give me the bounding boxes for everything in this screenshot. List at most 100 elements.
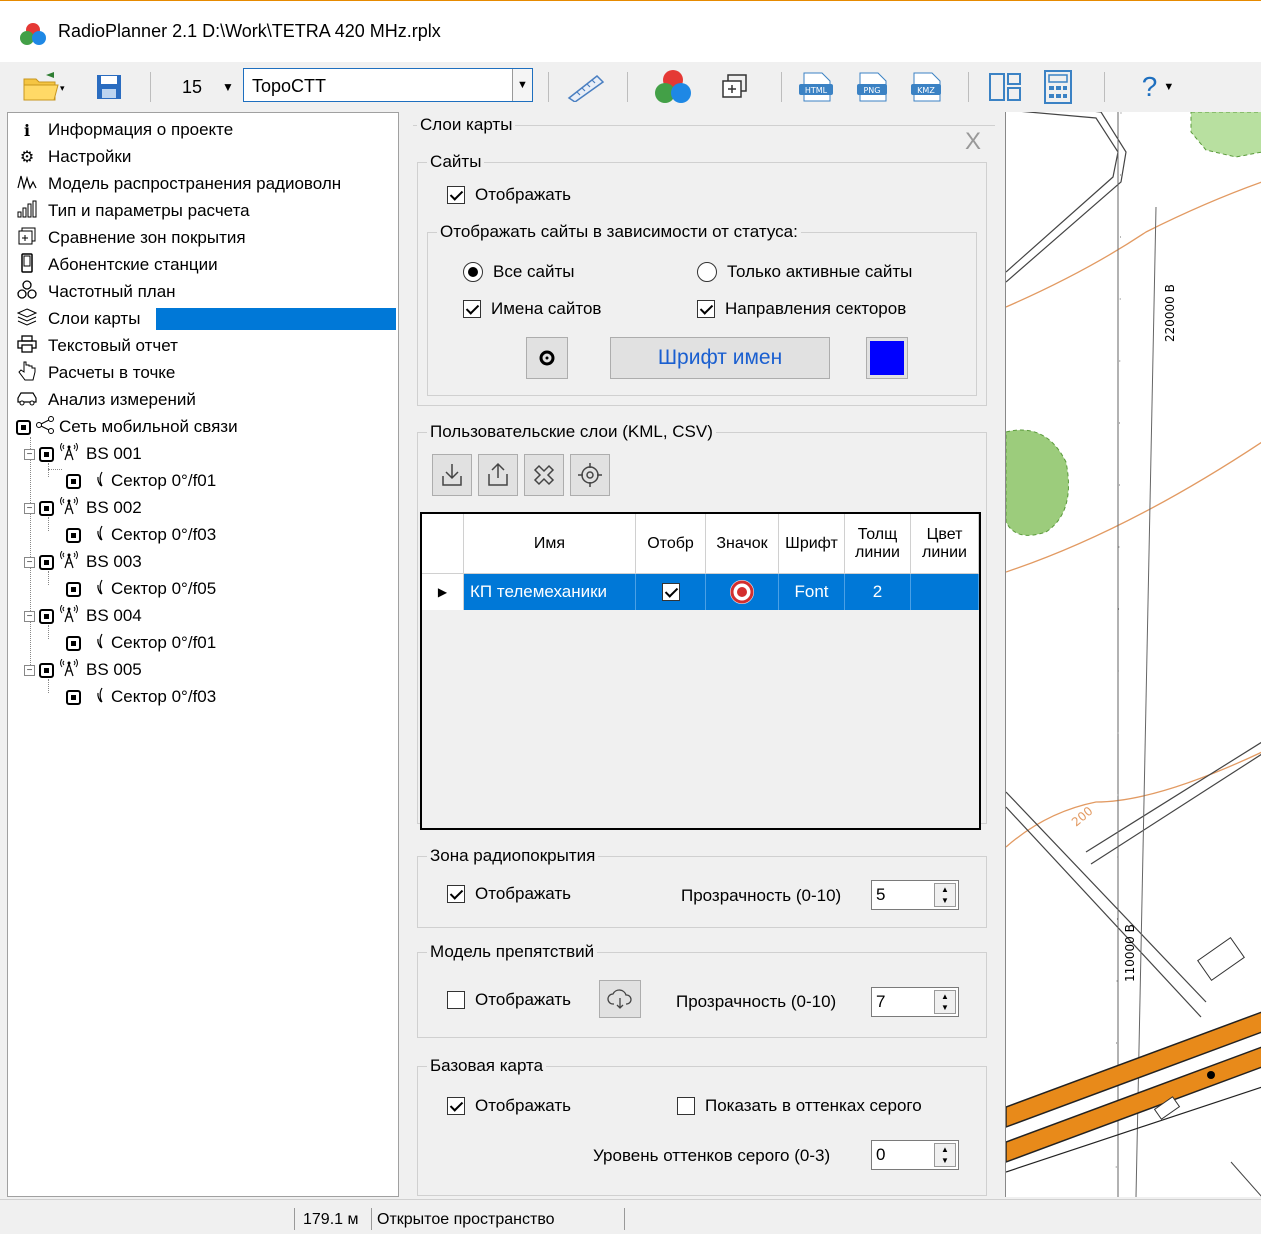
layout-icon[interactable] — [985, 70, 1025, 104]
tree-item-label: Абонентские станции — [48, 255, 218, 274]
layer-color-cell[interactable] — [911, 574, 979, 610]
close-icon[interactable]: X — [965, 128, 981, 156]
node-checkbox-icon[interactable] — [39, 608, 54, 624]
column-header-name[interactable]: Имя — [464, 514, 636, 574]
tree-item-map-layers[interactable]: Слои карты — [16, 307, 141, 331]
basemap-show-checkbox[interactable]: Отображать — [447, 1096, 571, 1116]
node-checkbox-icon[interactable] — [66, 473, 81, 489]
site-symbol-button[interactable] — [526, 337, 568, 379]
zoom-value[interactable]: 15 — [172, 74, 212, 100]
project-tree[interactable]: i Информация о проекте ⚙ Настройки Модел… — [7, 112, 399, 1197]
collapse-icon[interactable]: − — [24, 556, 35, 568]
tree-item-site[interactable]: − BS 003 — [24, 550, 142, 574]
tree-item-coverage-compare[interactable]: Сравнение зон покрытия — [16, 226, 246, 250]
node-checkbox-icon[interactable] — [16, 419, 31, 435]
zoom-dropdown-icon[interactable]: ▼ — [218, 74, 238, 100]
delete-layer-button[interactable] — [524, 454, 564, 496]
tree-item-project-info[interactable]: i Информация о проекте — [16, 118, 233, 142]
spinner-arrows-icon[interactable]: ▲ ▼ — [934, 1143, 956, 1167]
tree-item-frequency-plan[interactable]: Частотный план — [16, 279, 176, 304]
layer-icon-cell[interactable] — [706, 574, 779, 610]
locate-layer-button[interactable] — [570, 454, 610, 496]
user-layers-grid[interactable]: Имя Отобр Значок Шрифт Толщ линии Цвет л… — [420, 512, 981, 830]
collapse-icon[interactable]: − — [24, 664, 35, 676]
node-checkbox-icon[interactable] — [66, 581, 81, 597]
tree-item-point-calc[interactable]: Расчеты в точке — [16, 361, 175, 385]
tree-item-subscriber-stations[interactable]: Абонентские станции — [16, 252, 218, 277]
coverage-show-checkbox[interactable]: Отображать — [447, 884, 571, 904]
layer-width-cell[interactable]: 2 — [845, 574, 911, 610]
tree-item-sector[interactable]: Сектор 0°/f01 — [50, 631, 216, 655]
collapse-icon[interactable]: − — [24, 448, 35, 460]
collapse-icon[interactable]: − — [24, 502, 35, 514]
tree-item-sector[interactable]: Сектор 0°/f05 — [50, 577, 216, 601]
layer-font-cell[interactable]: Font — [779, 574, 845, 610]
ruler-icon[interactable] — [560, 70, 610, 104]
basemap-select[interactable]: TopoCTT ▼ — [243, 68, 533, 102]
layer-visible-cell[interactable] — [636, 574, 706, 610]
frame-icon[interactable] — [718, 72, 752, 102]
row-selector-icon[interactable]: ▶ — [422, 574, 464, 610]
column-header-line-color[interactable]: Цвет линии — [911, 514, 979, 574]
tree-item-settings[interactable]: ⚙ Настройки — [16, 145, 132, 169]
all-sites-radio[interactable]: Все сайты — [463, 262, 574, 282]
node-checkbox-icon[interactable] — [39, 662, 54, 678]
node-checkbox-icon[interactable] — [39, 554, 54, 570]
sites-show-checkbox[interactable]: Отображать — [447, 185, 571, 205]
obstacles-show-checkbox[interactable]: Отображать — [447, 990, 571, 1010]
font-names-button[interactable]: Шрифт имен — [610, 337, 830, 379]
map-view[interactable]: 200 220000 В 110000 В — [1005, 112, 1261, 1197]
node-checkbox-icon[interactable] — [66, 635, 81, 651]
spinner-arrows-icon[interactable]: ▲ ▼ — [934, 883, 956, 907]
column-header-visible[interactable]: Отобр — [636, 514, 706, 574]
tree-item-sector[interactable]: Сектор 0°/f01 — [48, 469, 216, 493]
save-icon[interactable] — [94, 72, 124, 102]
open-folder-icon[interactable]: ▾ — [22, 70, 66, 104]
node-checkbox-icon[interactable] — [39, 446, 54, 462]
chevron-down-icon[interactable]: ▼ — [512, 69, 532, 101]
active-sites-radio[interactable]: Только активные сайты — [697, 262, 912, 282]
node-checkbox-icon[interactable] — [39, 500, 54, 516]
kmz-export-icon[interactable]: KMZ — [906, 70, 946, 104]
site-color-button[interactable] — [866, 337, 908, 379]
help-icon[interactable]: ? ▼ — [1128, 70, 1188, 104]
status-bar: 179.1 м Открытое пространство — [0, 1199, 1261, 1234]
tree-item-site[interactable]: − BS 004 — [24, 604, 142, 628]
tree-item-sector[interactable]: Сектор 0°/f03 — [50, 523, 216, 547]
layer-name-cell[interactable]: КП телемеханики — [464, 574, 636, 610]
tree-item-sector[interactable]: Сектор 0°/f03 — [50, 685, 216, 709]
collapse-icon[interactable]: − — [24, 610, 35, 622]
column-header-icon[interactable]: Значок — [706, 514, 779, 574]
node-checkbox-icon[interactable] — [66, 689, 81, 705]
tree-item-site[interactable]: − BS 005 — [24, 658, 142, 682]
tree-item-propagation-model[interactable]: Модель распространения радиоволн — [16, 172, 341, 196]
tree-item-site[interactable]: − BS 002 — [24, 496, 142, 520]
png-export-icon[interactable]: PNG — [852, 70, 892, 104]
grayscale-checkbox[interactable]: Показать в оттенках серого — [677, 1096, 922, 1116]
tree-item-calc-type[interactable]: Тип и параметры расчета — [16, 199, 250, 223]
html-export-icon[interactable]: HTML — [796, 70, 836, 104]
obstacles-download-button[interactable] — [599, 980, 641, 1018]
column-header-line-width[interactable]: Толщ линии — [845, 514, 911, 574]
gray-level-spinner[interactable]: 0 ▲ ▼ — [871, 1140, 959, 1170]
powerline-label: 110000 В — [1123, 924, 1137, 982]
tree-item-mobile-network[interactable]: Сеть мобильной связи — [16, 415, 238, 439]
layer-visible-checkbox[interactable] — [661, 583, 680, 601]
tree-item-measurements[interactable]: Анализ измерений — [16, 388, 196, 412]
obstacles-transparency-spinner[interactable]: 7 ▲ ▼ — [871, 987, 959, 1017]
node-checkbox-icon[interactable] — [66, 527, 81, 543]
calculator-icon[interactable] — [1040, 68, 1076, 106]
map-canvas[interactable]: 200 220000 В 110000 В — [1006, 112, 1261, 1197]
import-layer-button[interactable] — [432, 454, 472, 496]
export-layer-button[interactable] — [478, 454, 518, 496]
tree-item-text-report[interactable]: Текстовый отчет — [16, 334, 178, 358]
coverage-transparency-spinner[interactable]: 5 ▲ ▼ — [871, 880, 959, 910]
spinner-arrows-icon[interactable]: ▲ ▼ — [934, 990, 956, 1014]
antenna-icon — [58, 550, 80, 574]
color-circles-icon[interactable] — [650, 68, 696, 106]
tree-item-site[interactable]: − BS 001 — [24, 442, 142, 466]
import-icon — [442, 464, 462, 486]
column-header-font[interactable]: Шрифт — [779, 514, 845, 574]
sector-directions-checkbox[interactable]: Направления секторов — [697, 299, 906, 319]
site-names-checkbox[interactable]: Имена сайтов — [463, 299, 601, 319]
